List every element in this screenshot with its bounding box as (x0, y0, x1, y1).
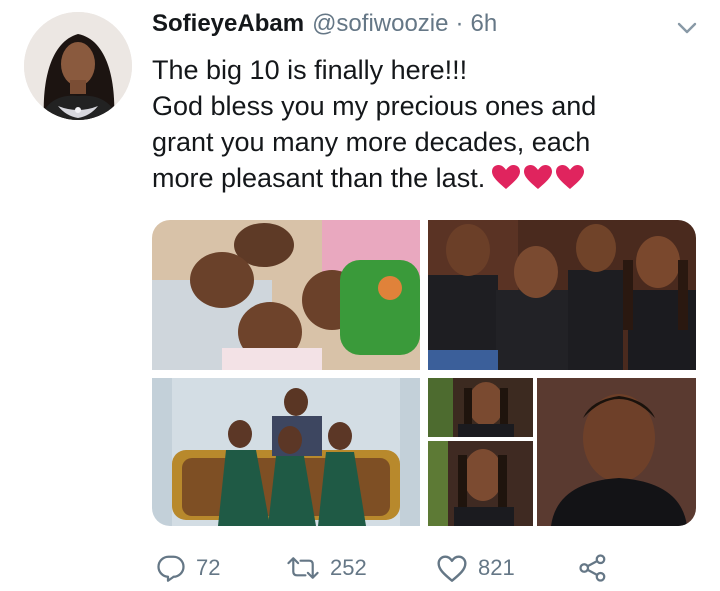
photo-girl-2[interactable] (428, 441, 533, 526)
heart-emojis (491, 164, 585, 190)
photo-boy[interactable] (537, 378, 696, 526)
photo-siblings[interactable] (428, 220, 696, 370)
media-grid (152, 220, 696, 526)
reply-button[interactable]: 72 (156, 548, 220, 588)
tweet-text-line-last: more pleasant than the last. (152, 160, 712, 196)
timestamp[interactable]: 6h (470, 10, 497, 38)
share-icon (579, 554, 606, 582)
retweet-icon (287, 557, 319, 579)
photo-sofa[interactable] (152, 378, 420, 526)
author-handle[interactable]: @sofiwoozie (312, 10, 448, 38)
heart-emoji-icon (524, 165, 553, 189)
tweet-actions: 72 252 821 (152, 548, 632, 588)
heart-emoji-icon (556, 165, 585, 189)
tweet-text-line: grant you many more decades, each (152, 127, 591, 157)
like-button[interactable]: 821 (436, 548, 515, 588)
like-icon (437, 555, 467, 582)
author-name[interactable]: SofieyeAbam (152, 10, 304, 38)
chevron-down-icon[interactable] (676, 20, 698, 36)
avatar[interactable] (24, 12, 132, 120)
share-button[interactable] (578, 548, 608, 588)
tweet-text-line: The big 10 is finally here!!! (152, 55, 468, 85)
tweet-text-line: more pleasant than the last. (152, 163, 486, 193)
like-count: 821 (478, 555, 515, 580)
reply-icon (157, 555, 185, 582)
heart-emoji-icon (492, 165, 521, 189)
photo-babies[interactable] (152, 220, 420, 370)
tweet-header: SofieyeAbam @sofiwoozie · 6h (152, 10, 497, 44)
tweet-text: The big 10 is finally here!!! God bless … (152, 52, 712, 196)
separator-dot: · (455, 10, 464, 37)
retweet-count: 252 (330, 555, 367, 580)
reply-count: 72 (196, 555, 221, 580)
retweet-button[interactable]: 252 (286, 548, 367, 588)
tweet-text-line: God bless you my precious ones and (152, 91, 597, 121)
photo-girl-1[interactable] (428, 378, 533, 437)
